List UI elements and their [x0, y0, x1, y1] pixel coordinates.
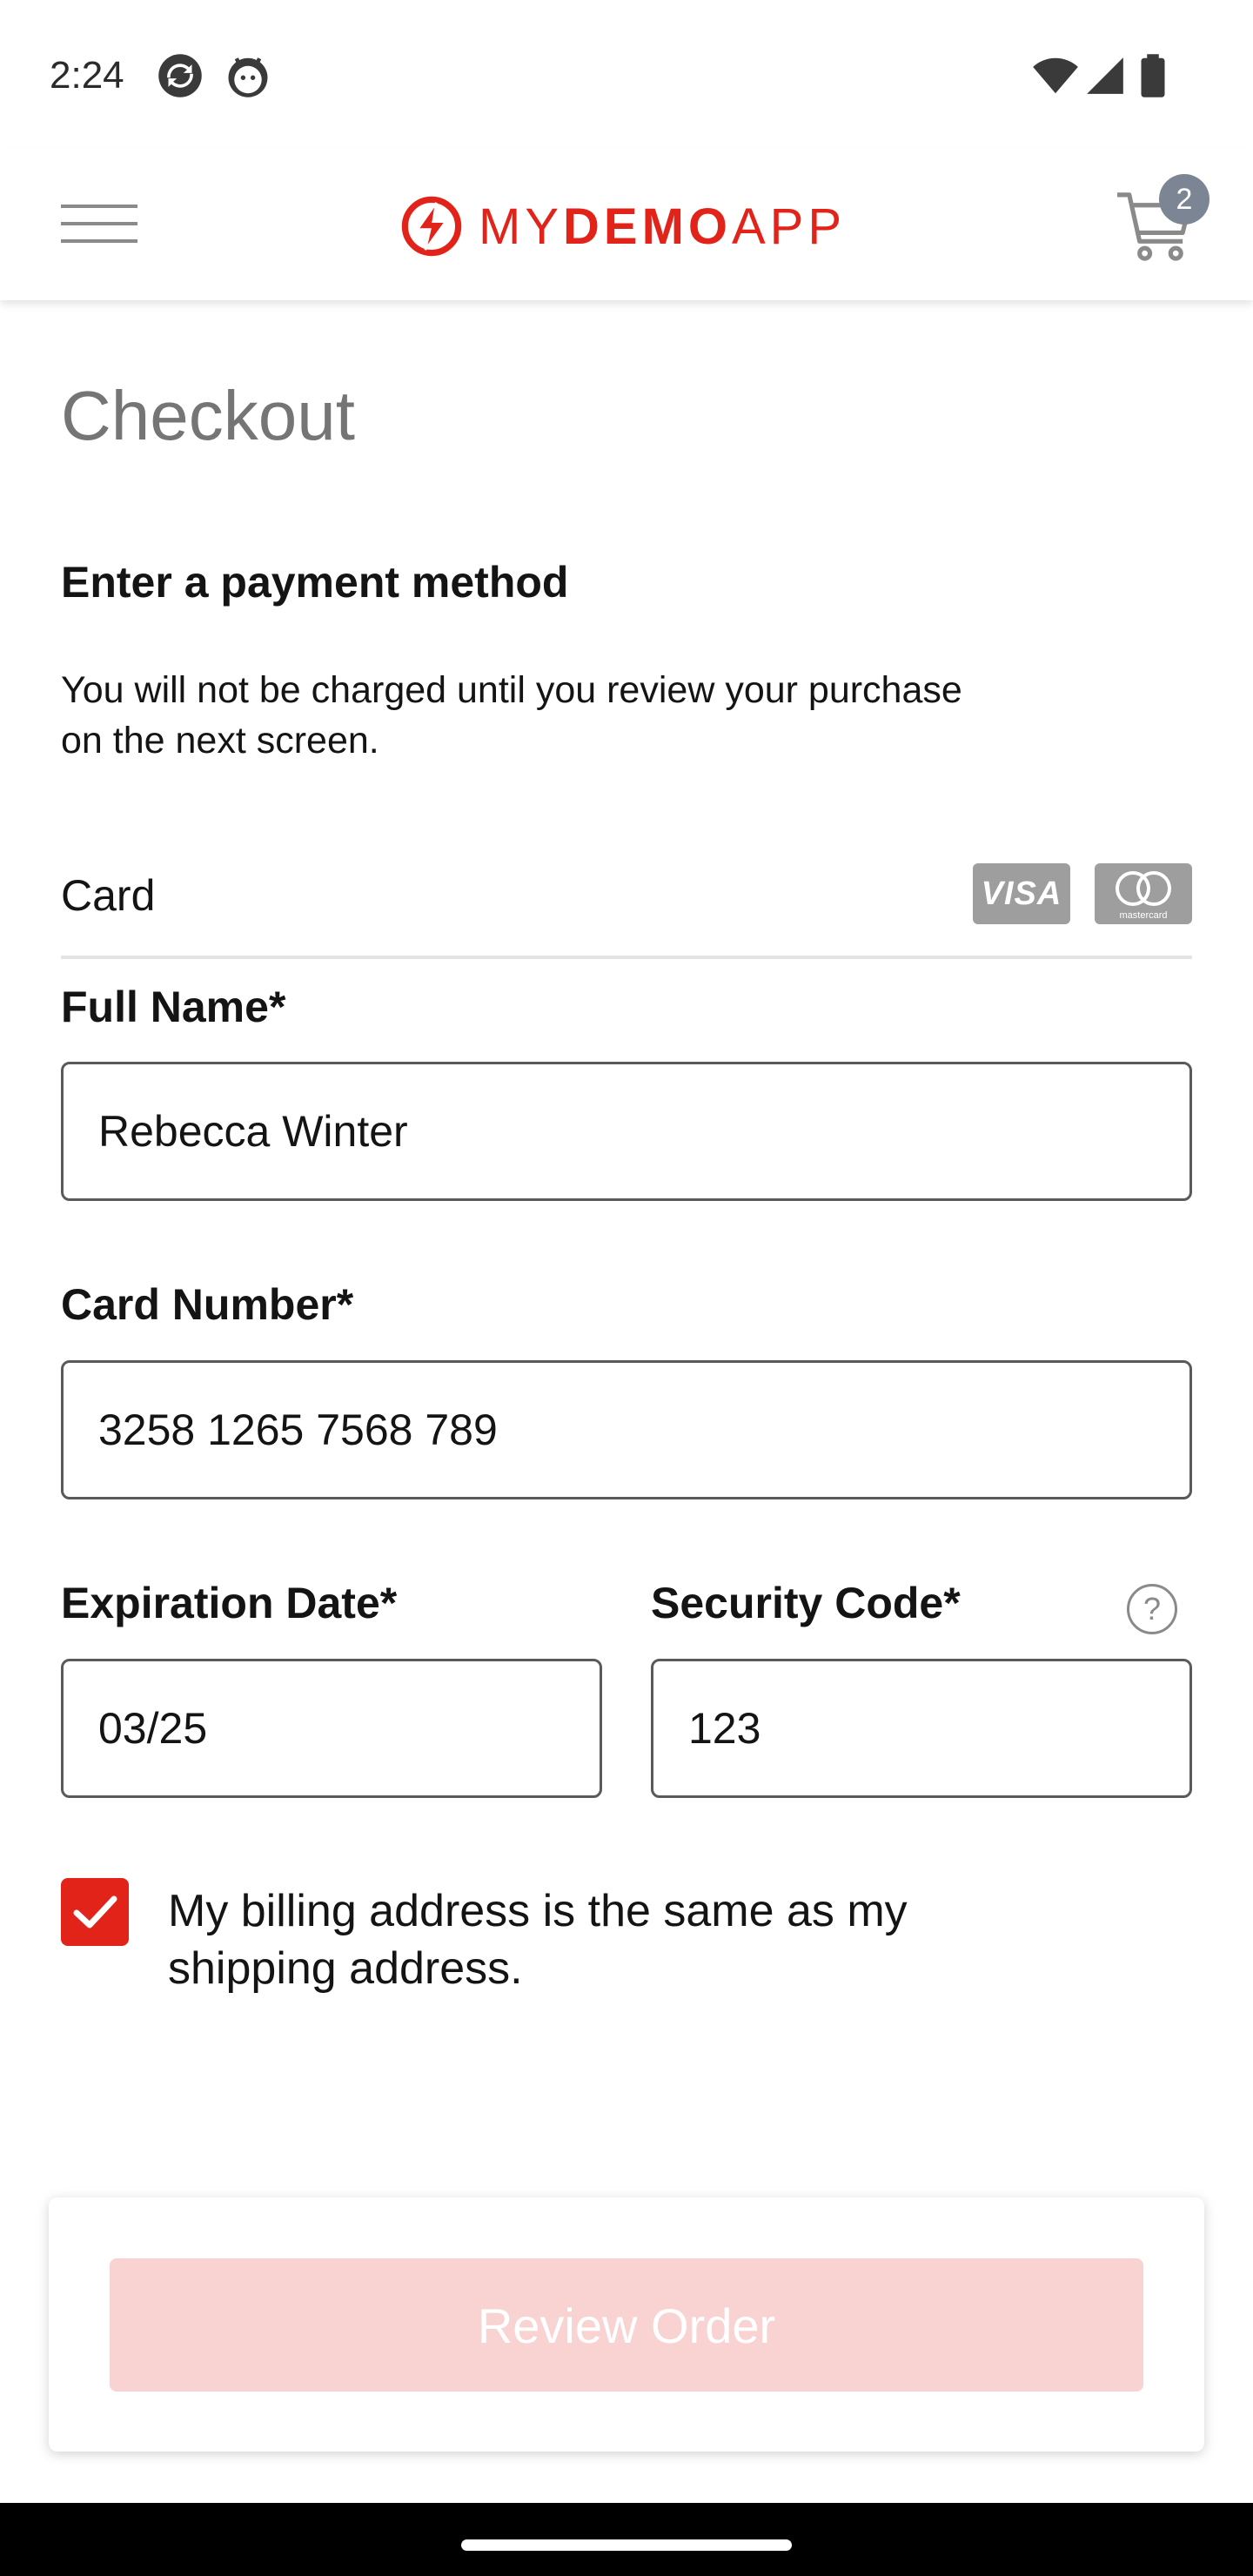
expiration-date-label: Expiration Date* — [61, 1579, 398, 1627]
battery-icon — [1141, 54, 1165, 97]
expiration-date-input[interactable] — [61, 1659, 602, 1798]
mastercard-icon: mastercard — [1095, 863, 1192, 924]
payment-description: You will not be charged until you review… — [61, 669, 962, 761]
security-code-label: Security Code* — [651, 1579, 961, 1627]
sync-icon — [158, 54, 202, 97]
status-bar: 2:24 — [0, 0, 1253, 148]
security-code-input[interactable] — [651, 1659, 1192, 1798]
billing-same-label: My billing address is the same as my shi… — [168, 1886, 908, 1994]
hamburger-menu-icon[interactable] — [61, 203, 137, 245]
app-header: MYDEMOAPP 2 — [0, 148, 1253, 300]
wifi-icon — [1033, 57, 1078, 94]
section-title: Enter a payment method — [61, 558, 569, 607]
logo-text: MYDEMOAPP — [479, 198, 847, 255]
android-icon — [228, 57, 268, 97]
status-time: 2:24 — [50, 54, 124, 97]
checkout-page: 2:24 MYDEMOAPP 2 Checkout Enter a paymen… — [0, 0, 1253, 2576]
help-icon[interactable]: ? — [1127, 1584, 1177, 1634]
full-name-label: Full Name* — [61, 983, 286, 1031]
mastercard-logo: mastercard — [1116, 871, 1171, 921]
system-nav-bar — [0, 2503, 1253, 2576]
card-method-row: Card VISA mastercard — [61, 862, 1192, 959]
logo-bolt-icon — [401, 196, 462, 257]
card-number-input[interactable] — [61, 1360, 1192, 1499]
checkmark-icon — [73, 1895, 117, 1929]
billing-same-checkbox[interactable] — [61, 1878, 129, 1946]
page-title: Checkout — [61, 377, 355, 454]
app-logo: MYDEMOAPP — [400, 191, 846, 261]
visa-icon: VISA — [973, 863, 1070, 924]
full-name-input[interactable] — [61, 1062, 1192, 1201]
card-number-label: Card Number* — [61, 1280, 354, 1329]
review-order-button[interactable]: Review Order — [110, 2258, 1143, 2392]
review-order-footer: Review Order — [49, 2197, 1204, 2452]
signal-icon — [1087, 57, 1123, 94]
cart-count-badge: 2 — [1159, 174, 1209, 225]
card-label: Card — [61, 871, 156, 920]
svg-text:mastercard: mastercard — [1119, 910, 1167, 921]
home-gesture-handle[interactable] — [461, 2539, 792, 2551]
